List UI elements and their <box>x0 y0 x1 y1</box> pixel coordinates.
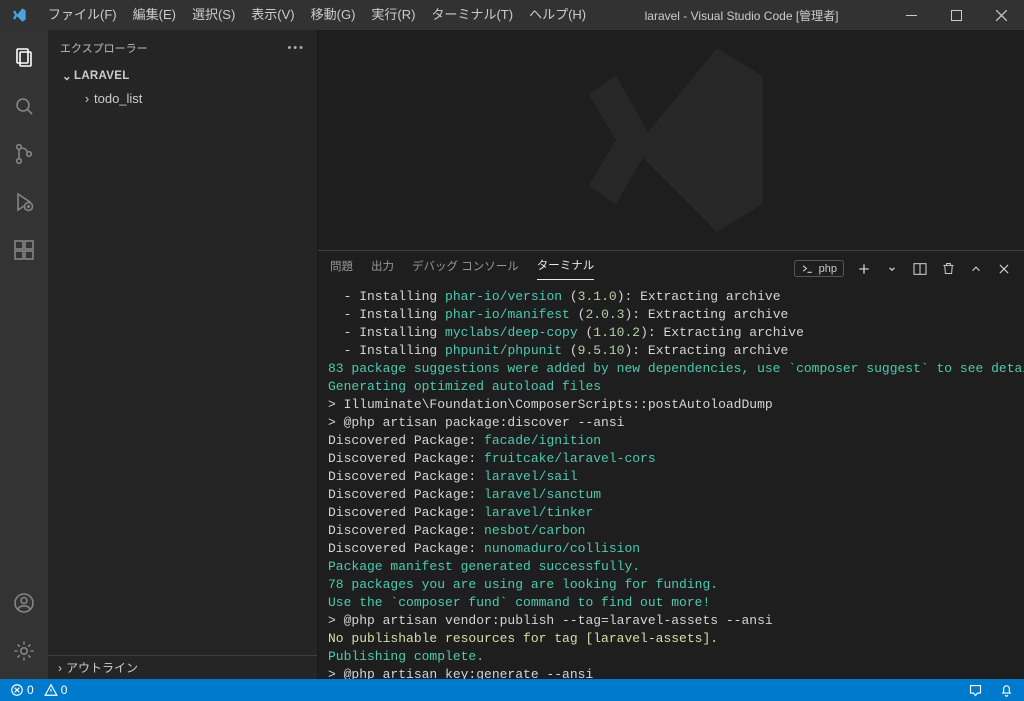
new-terminal-icon[interactable] <box>856 261 872 277</box>
panel-tabs: 問題 出力 デバッグ コンソール ターミナル php <box>318 251 1024 286</box>
menu-selection[interactable]: 選択(S) <box>184 0 243 30</box>
outline-label: アウトライン <box>66 659 138 676</box>
tab-problems[interactable]: 問題 <box>330 258 353 280</box>
activity-extensions-icon[interactable] <box>0 226 48 274</box>
minimize-button[interactable] <box>889 0 934 30</box>
terminal-dropdown-icon[interactable] <box>884 261 900 277</box>
panel-maximize-icon[interactable] <box>968 261 984 277</box>
status-feedback-icon[interactable] <box>968 683 983 698</box>
split-terminal-icon[interactable] <box>912 261 928 277</box>
tab-debug-console[interactable]: デバッグ コンソール <box>412 258 519 280</box>
tab-output[interactable]: 出力 <box>371 258 394 280</box>
status-warnings-count: 0 <box>61 683 68 697</box>
status-warnings[interactable]: 0 <box>44 683 68 697</box>
menu-go[interactable]: 移動(G) <box>303 0 364 30</box>
chevron-right-icon: › <box>80 91 94 106</box>
activity-source-control-icon[interactable] <box>0 130 48 178</box>
chevron-down-icon: ⌄ <box>60 69 74 83</box>
status-errors-count: 0 <box>27 683 34 697</box>
panel: 問題 出力 デバッグ コンソール ターミナル php <box>318 250 1024 679</box>
terminal-selector-label: php <box>819 263 837 275</box>
folder-todo-list[interactable]: › todo_list <box>52 87 317 109</box>
menu-file[interactable]: ファイル(F) <box>40 0 125 30</box>
activity-bar <box>0 30 48 679</box>
warning-icon <box>44 683 58 697</box>
sidebar: エクスプローラー ••• ⌄ LARAVEL › todo_list › アウト… <box>48 30 318 679</box>
titlebar: ファイル(F) 編集(E) 選択(S) 表示(V) 移動(G) 実行(R) ター… <box>0 0 1024 30</box>
window-controls <box>889 0 1024 30</box>
outline-section[interactable]: › アウトライン <box>48 655 317 679</box>
main-area: 問題 出力 デバッグ コンソール ターミナル php <box>318 30 1024 679</box>
chevron-right-icon: › <box>58 661 62 675</box>
file-tree: ⌄ LARAVEL › todo_list <box>48 65 317 655</box>
tab-terminal[interactable]: ターミナル <box>537 257 595 280</box>
sidebar-more-icon[interactable]: ••• <box>287 42 305 54</box>
activity-settings-gear-icon[interactable] <box>0 627 48 675</box>
terminal-icon <box>801 262 814 275</box>
activity-search-icon[interactable] <box>0 82 48 130</box>
kill-terminal-icon[interactable] <box>940 261 956 277</box>
status-bell-icon[interactable] <box>999 683 1014 698</box>
menu-run[interactable]: 実行(R) <box>363 0 423 30</box>
panel-close-icon[interactable] <box>996 261 1012 277</box>
terminal-selector[interactable]: php <box>794 260 844 277</box>
window-title: laravel - Visual Studio Code [管理者] <box>594 7 889 24</box>
menu-terminal[interactable]: ターミナル(T) <box>423 0 521 30</box>
vscode-watermark-icon <box>561 30 781 250</box>
activity-accounts-icon[interactable] <box>0 579 48 627</box>
maximize-button[interactable] <box>934 0 979 30</box>
project-root[interactable]: ⌄ LARAVEL <box>52 65 317 87</box>
activity-run-debug-icon[interactable] <box>0 178 48 226</box>
status-bar: 0 0 <box>0 679 1024 701</box>
menu-view[interactable]: 表示(V) <box>243 0 302 30</box>
error-icon <box>10 683 24 697</box>
menu-edit[interactable]: 編集(E) <box>125 0 184 30</box>
project-name: LARAVEL <box>74 70 130 82</box>
activity-explorer-icon[interactable] <box>0 34 48 82</box>
close-button[interactable] <box>979 0 1024 30</box>
vscode-logo-icon <box>10 6 28 24</box>
menubar: ファイル(F) 編集(E) 選択(S) 表示(V) 移動(G) 実行(R) ター… <box>40 0 594 30</box>
editor-empty <box>318 30 1024 250</box>
sidebar-title: エクスプローラー <box>60 40 148 56</box>
folder-label: todo_list <box>94 91 142 106</box>
sidebar-header: エクスプローラー ••• <box>48 30 317 65</box>
menu-help[interactable]: ヘルプ(H) <box>521 0 594 30</box>
status-errors[interactable]: 0 <box>10 683 34 697</box>
terminal-body[interactable]: - Installing phar-io/version (3.1.0): Ex… <box>318 286 1024 679</box>
